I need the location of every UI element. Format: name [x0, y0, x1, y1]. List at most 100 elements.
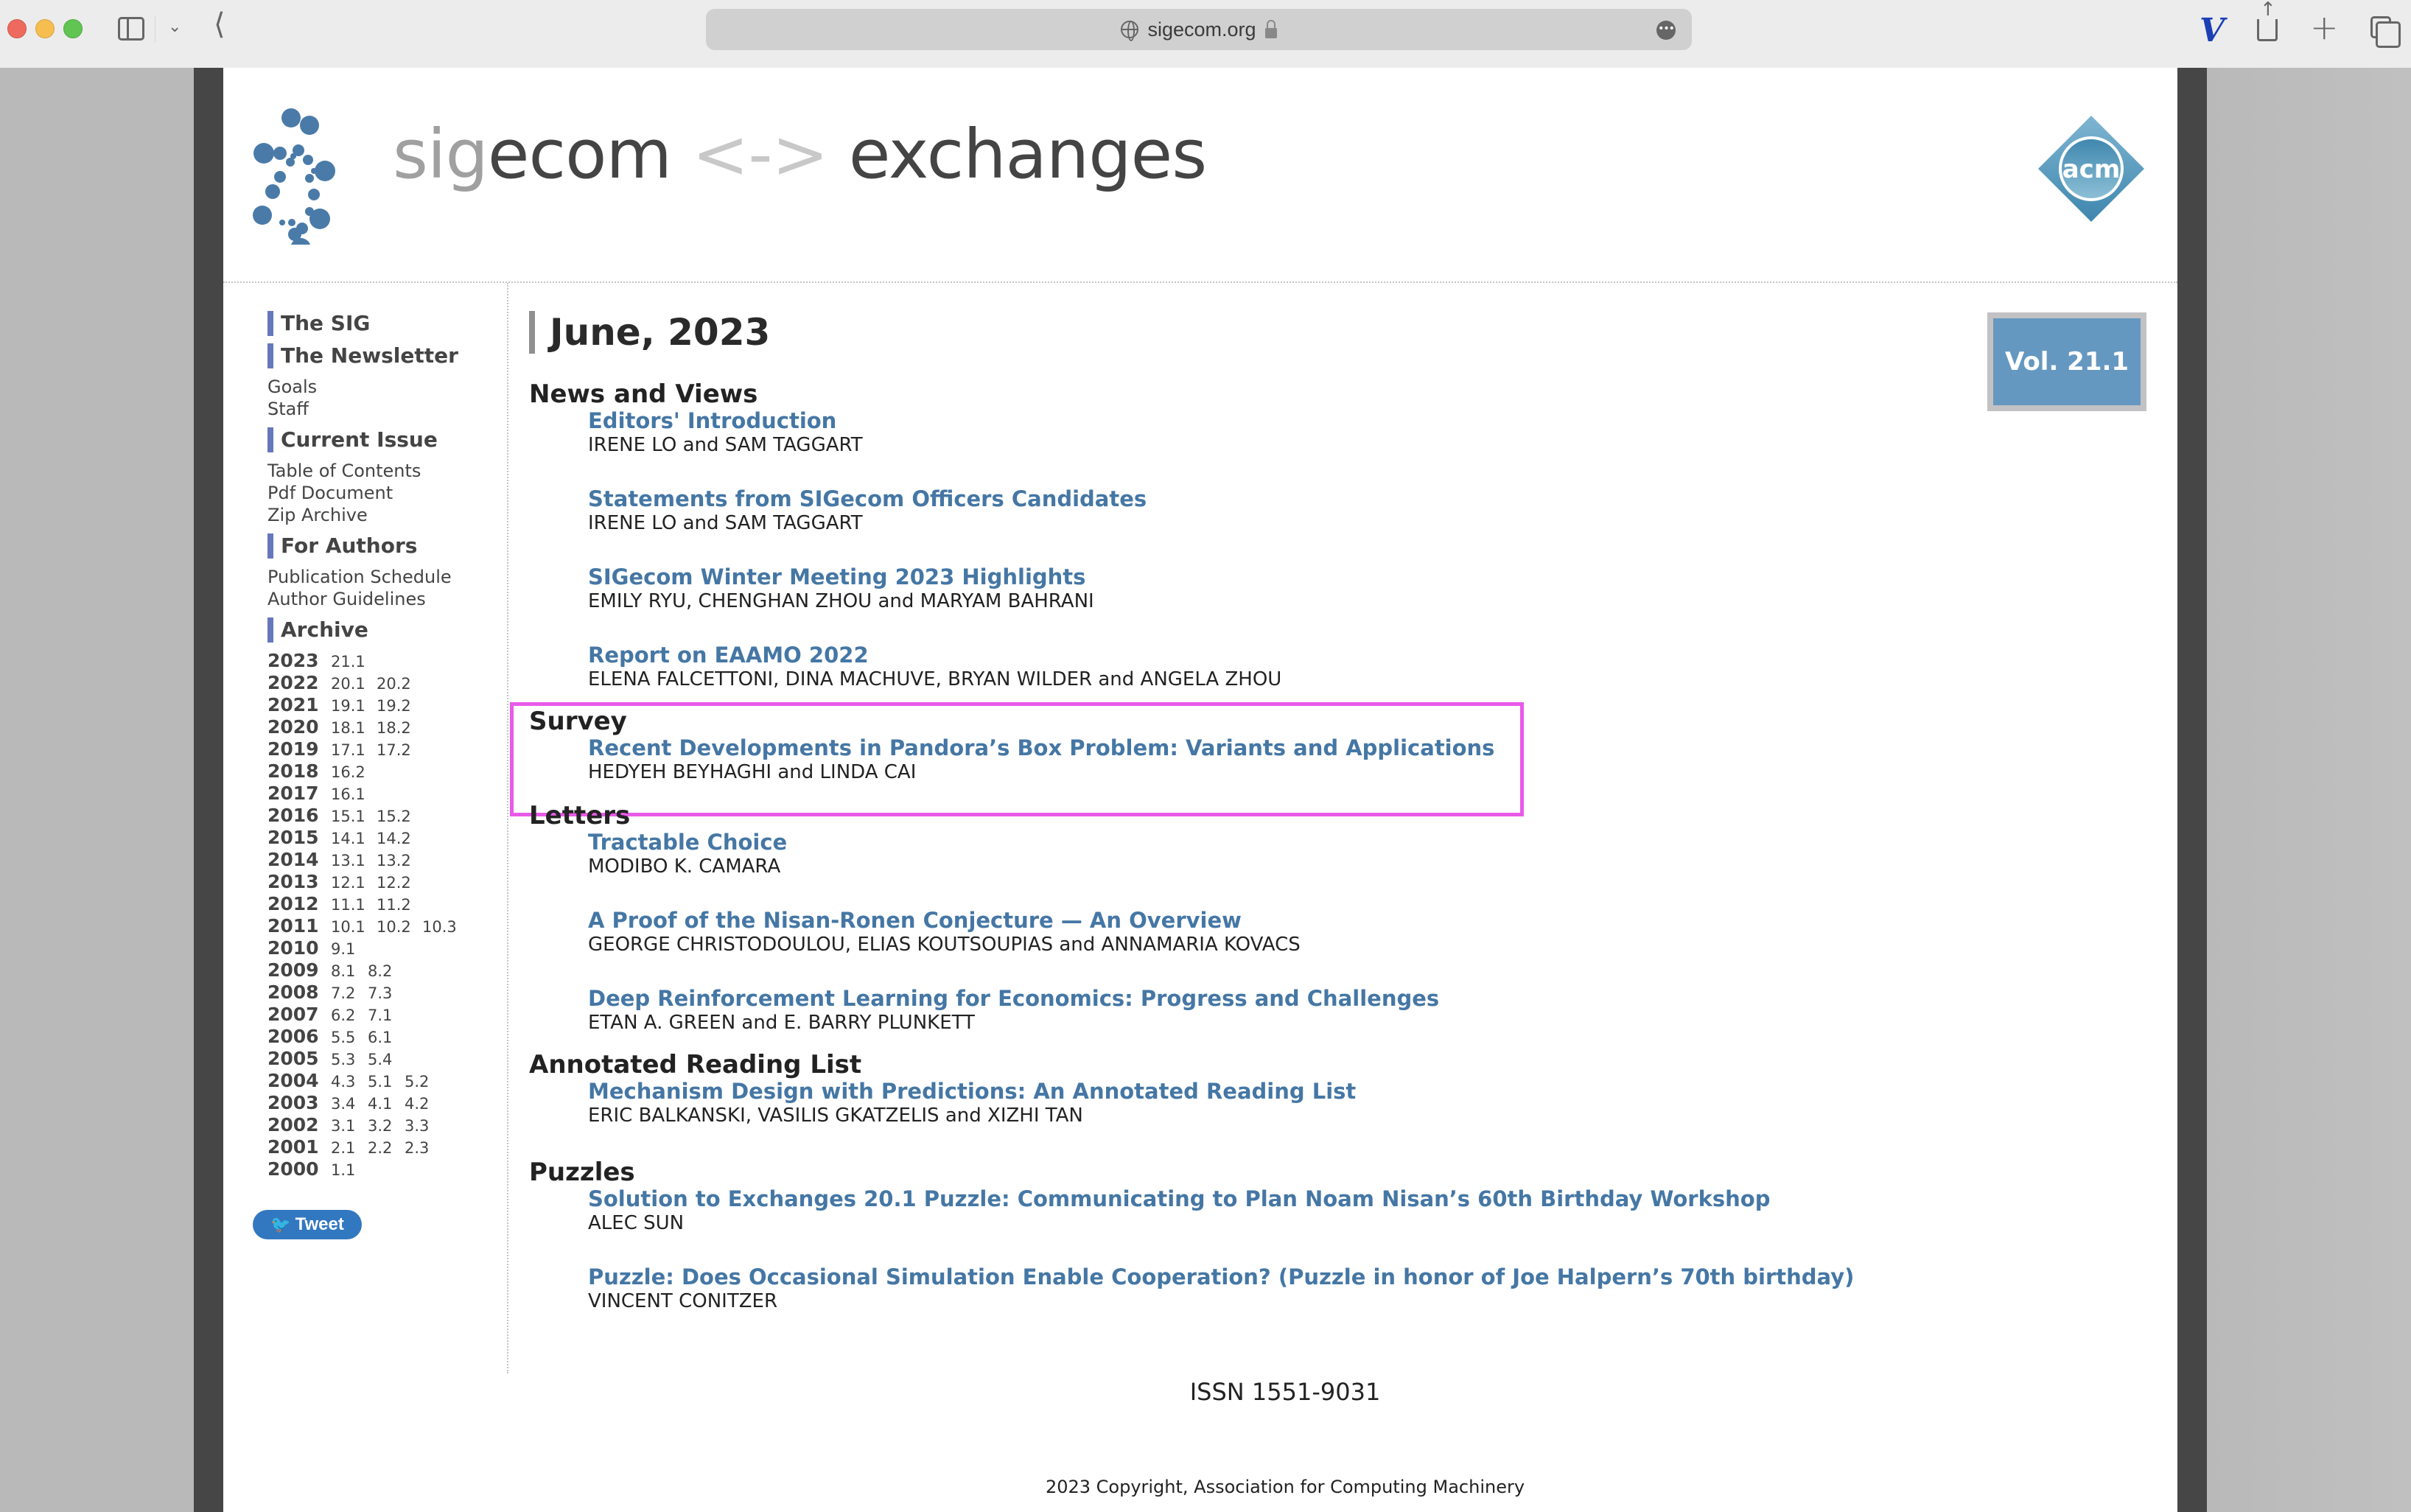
new-tab-icon[interactable]: +	[2310, 7, 2339, 47]
archive-volume-link[interactable]: 4.2	[405, 1095, 441, 1113]
archive-volume-link[interactable]: 14.2	[377, 830, 422, 847]
archive-volume-link[interactable]: 5.4	[368, 1051, 405, 1068]
close-window-button[interactable]	[7, 19, 27, 38]
zoom-window-button[interactable]	[63, 19, 83, 38]
archive-volume-link[interactable]: 12.2	[377, 874, 422, 892]
tab-overview-icon[interactable]	[2370, 16, 2401, 48]
archive-volume-link[interactable]: 3.2	[368, 1117, 405, 1135]
article-title-link[interactable]: Report on EAAMO 2022	[588, 643, 2150, 668]
sidebar-link-table-of-contents[interactable]: Table of Contents	[267, 460, 496, 482]
archive-volume-link[interactable]: 20.2	[377, 675, 422, 693]
archive-year: 2012	[267, 893, 319, 914]
archive-volume-link[interactable]: 19.2	[377, 697, 422, 715]
archive-volume-link[interactable]: 21.1	[331, 653, 377, 671]
archive-volume-link[interactable]: 20.1	[331, 675, 377, 693]
page-menu-icon[interactable]: •••	[1656, 21, 1676, 40]
sidebar-link-goals[interactable]: Goals	[267, 376, 496, 398]
archive-volume-link[interactable]: 13.1	[331, 852, 377, 869]
sigecom-logo-icon[interactable]	[249, 105, 382, 259]
archive-volume-link[interactable]: 8.1	[331, 962, 368, 980]
address-bar[interactable]: sigecom.org •••	[706, 9, 1692, 50]
article-title-link[interactable]: Puzzle: Does Occasional Simulation Enabl…	[588, 1264, 2150, 1289]
archive-row: 2016 15.1 15.2	[267, 805, 496, 827]
archive-volume-link[interactable]: 11.2	[377, 896, 422, 914]
article-title-link[interactable]: Mechanism Design with Predictions: An An…	[588, 1079, 2150, 1104]
archive-volume-link[interactable]: 18.2	[377, 719, 422, 737]
sidebar-heading-current-issue[interactable]: Current Issue	[267, 427, 496, 452]
extension-icon[interactable]: V	[2200, 12, 2225, 49]
chevron-down-icon[interactable]: ⌄	[168, 18, 181, 36]
sidebar-link-publication-schedule[interactable]: Publication Schedule	[267, 566, 496, 588]
sidebar-heading-archive[interactable]: Archive	[267, 617, 496, 643]
archive-year: 2009	[267, 959, 319, 981]
archive-volume-link[interactable]: 5.3	[331, 1051, 368, 1068]
article-title-link[interactable]: Solution to Exchanges 20.1 Puzzle: Commu…	[588, 1186, 2150, 1211]
archive-row: 2000 1.1	[267, 1158, 496, 1180]
sidebar-heading-newsletter[interactable]: The Newsletter	[267, 343, 496, 368]
archive-volume-link[interactable]: 5.2	[405, 1073, 441, 1091]
archive-volume-link[interactable]: 3.1	[331, 1117, 368, 1135]
sidebar-heading-for-authors[interactable]: For Authors	[267, 533, 496, 559]
archive-volume-link[interactable]: 2.3	[405, 1139, 441, 1157]
archive-year: 2017	[267, 783, 319, 804]
toc-section: Annotated Reading List Mechanism Design w…	[529, 1051, 2150, 1127]
archive-volume-link[interactable]: 14.1	[331, 830, 377, 847]
article-title-link[interactable]: SIGecom Winter Meeting 2023 Highlights	[588, 564, 2150, 589]
tweet-button[interactable]: 🐦 Tweet	[253, 1210, 362, 1239]
archive-volume-link[interactable]: 6.1	[368, 1029, 405, 1046]
archive-volume-link[interactable]: 10.3	[422, 918, 468, 936]
archive-volume-link[interactable]: 2.2	[368, 1139, 405, 1157]
archive-volume-link[interactable]: 4.3	[331, 1073, 368, 1091]
archive-volume-link[interactable]: 9.1	[331, 940, 368, 958]
minimize-window-button[interactable]	[35, 19, 55, 38]
archive-volume-link[interactable]: 17.2	[377, 741, 422, 759]
archive-volume-link[interactable]: 5.5	[331, 1029, 368, 1046]
archive-volume-link[interactable]: 17.1	[331, 741, 377, 759]
archive-volume-link[interactable]: 16.2	[331, 763, 377, 781]
sidebar-link-zip-archive[interactable]: Zip Archive	[267, 504, 496, 526]
article-title-link[interactable]: Tractable Choice	[588, 830, 2150, 855]
archive-volume-link[interactable]: 3.4	[331, 1095, 368, 1113]
sidebar-link-author-guidelines[interactable]: Author Guidelines	[267, 588, 496, 610]
archive-volume-link[interactable]: 7.2	[331, 984, 368, 1002]
archive-volume-link[interactable]: 19.1	[331, 697, 377, 715]
archive-volume-link[interactable]: 11.1	[331, 896, 377, 914]
archive-year: 2015	[267, 827, 319, 848]
archive-volume-link[interactable]: 10.1	[331, 918, 377, 936]
sidebar-link-staff[interactable]: Staff	[267, 398, 496, 420]
archive-volume-link[interactable]: 7.3	[368, 984, 405, 1002]
sidebar-heading-the-sig[interactable]: The SIG	[267, 311, 496, 336]
archive-volume-link[interactable]: 2.1	[331, 1139, 368, 1157]
article-title-link[interactable]: Statements from SIGecom Officers Candida…	[588, 486, 2150, 511]
archive-volume-link[interactable]: 1.1	[331, 1161, 368, 1179]
share-icon[interactable]	[2257, 0, 2278, 41]
section-title: News and Views	[529, 379, 758, 409]
article-title-link[interactable]: Recent Developments in Pandora’s Box Pro…	[588, 735, 2150, 760]
archive-volume-link[interactable]: 3.3	[405, 1117, 441, 1135]
archive-volume-link[interactable]: 10.2	[377, 918, 422, 936]
article-title-link[interactable]: Deep Reinforcement Learning for Economic…	[588, 986, 2150, 1011]
article-title-link[interactable]: Editors' Introduction	[588, 408, 2150, 433]
site-logo-text[interactable]: sigecom <-> exchanges	[393, 121, 1207, 189]
back-icon[interactable]: ⟨	[214, 7, 225, 41]
archive-volume-link[interactable]: 6.2	[331, 1007, 368, 1024]
archive-volume-link[interactable]: 16.1	[331, 785, 377, 803]
archive-volume-link[interactable]: 13.2	[377, 852, 422, 869]
archive-volume-link[interactable]: 7.1	[368, 1007, 405, 1024]
sidebar-link-pdf-document[interactable]: Pdf Document	[267, 482, 496, 504]
archive-volume-link[interactable]: 5.1	[368, 1073, 405, 1091]
archive-volume-link[interactable]: 8.2	[368, 962, 405, 980]
archive-volume-link[interactable]: 4.1	[368, 1095, 405, 1113]
archive-volume-link[interactable]: 18.1	[331, 719, 377, 737]
archive-volume-link[interactable]: 15.1	[331, 808, 377, 825]
article-entry: Solution to Exchanges 20.1 Puzzle: Commu…	[529, 1186, 2150, 1235]
archive-volume-link[interactable]: 12.1	[331, 874, 377, 892]
article-title-link[interactable]: A Proof of the Nisan-Ronen Conjecture — …	[588, 908, 2150, 933]
acm-logo-icon[interactable]: acm	[2036, 113, 2146, 224]
url-text[interactable]: sigecom.org	[1147, 18, 1256, 41]
archive-year: 2010	[267, 937, 319, 959]
issn-text: ISSN 1551-9031	[1189, 1378, 1381, 1406]
article-authors: IRENE LO and SAM TAGGART	[588, 512, 863, 534]
archive-volume-link[interactable]: 15.2	[377, 808, 422, 825]
sidebar-toggle-icon[interactable]	[118, 17, 144, 41]
